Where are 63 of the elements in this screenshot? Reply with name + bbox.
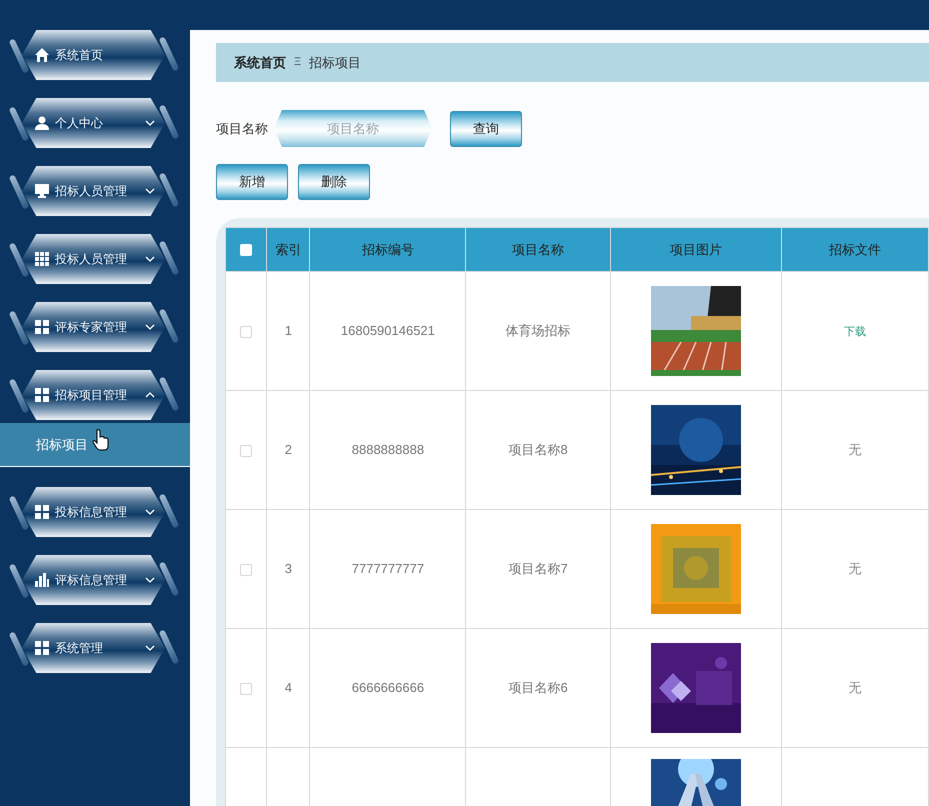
table-cell: 6666666666	[352, 680, 424, 696]
tiles-icon	[35, 320, 49, 334]
delete-button[interactable]: 删除	[298, 164, 370, 200]
row-checkbox[interactable]	[240, 682, 252, 695]
column-header: 招标编号	[310, 228, 466, 272]
user-icon	[35, 116, 49, 130]
grid-icon	[35, 252, 49, 266]
menu-label: 投标人员管理	[55, 251, 128, 268]
menu-label: 系统管理	[55, 640, 104, 657]
tiles-icon	[35, 388, 49, 402]
menu-label: 投标信息管理	[55, 504, 128, 521]
column-header: 项目名称	[466, 228, 610, 272]
table-cell: 1	[284, 323, 292, 338]
query-button[interactable]: 查询	[450, 110, 522, 146]
breadcrumb-link[interactable]: 系统首页	[234, 52, 286, 72]
select-all-checkbox[interactable]	[240, 244, 252, 256]
submenu-item[interactable]: 招标项目	[0, 423, 190, 467]
menu-label: 个人中心	[55, 115, 104, 132]
table-cell: 无	[848, 561, 862, 576]
sidebar-menu-item[interactable]: 个人中心	[22, 98, 165, 148]
table-cell: 8888888888	[352, 442, 424, 458]
breadcrumb-current: 招标项目	[309, 54, 362, 72]
column-header: 项目图片	[610, 228, 782, 272]
search-field[interactable]: 项目名称	[274, 110, 432, 147]
sidebar-menu-item[interactable]: 系统管理	[22, 623, 165, 673]
download-link[interactable]: 下载	[844, 326, 866, 338]
menu-label: 招标项目管理	[55, 387, 128, 404]
table-cell: 3	[284, 561, 292, 576]
field-label: 项目名称	[216, 120, 268, 138]
table-cell: 项目名称8	[508, 442, 568, 458]
tiles-icon	[35, 505, 49, 519]
sidebar-menu-item[interactable]: 系统首页	[22, 30, 165, 80]
row-checkbox[interactable]	[240, 326, 252, 338]
column-header: 招标文件	[781, 228, 928, 272]
bar-chart-icon	[35, 573, 49, 587]
monitor-icon	[35, 184, 49, 198]
sidebar-menu-item[interactable]: 评标专家管理	[22, 302, 165, 352]
table-cell: 项目名称6	[508, 680, 568, 696]
add-button[interactable]: 新增	[216, 164, 288, 200]
table-cell: 4	[284, 680, 292, 696]
table-cell: 体育场招标	[506, 323, 571, 338]
tiles-icon	[35, 641, 49, 655]
sidebar-menu-item[interactable]: 招标人员管理	[22, 166, 165, 216]
column-header: 索引	[266, 228, 310, 272]
row-checkbox[interactable]	[240, 564, 252, 576]
table-cell: 无	[848, 442, 862, 458]
table-cell: 无	[848, 680, 862, 696]
menu-label: 评标专家管理	[55, 319, 128, 336]
table-cell: 2	[284, 442, 292, 458]
table-cell: 1680590146521	[340, 323, 435, 338]
row-checkbox[interactable]	[240, 444, 252, 457]
sidebar-menu-item[interactable]: 投标人员管理	[22, 234, 165, 284]
table-cell: 7777777777	[352, 561, 424, 576]
sidebar-menu-item[interactable]: 招标项目管理	[22, 370, 165, 420]
menu-label: 系统首页	[55, 47, 104, 64]
sidebar-menu-item[interactable]: 评标信息管理	[22, 555, 165, 605]
menu-label: 评标信息管理	[55, 572, 128, 589]
table-cell: 项目名称7	[508, 561, 568, 576]
sidebar-menu-item[interactable]: 投标信息管理	[22, 487, 165, 537]
breadcrumb-separator: Ξ	[294, 55, 302, 70]
cursor-icon	[92, 429, 109, 451]
menu-label: 招标人员管理	[55, 183, 128, 200]
home-icon	[35, 48, 49, 62]
